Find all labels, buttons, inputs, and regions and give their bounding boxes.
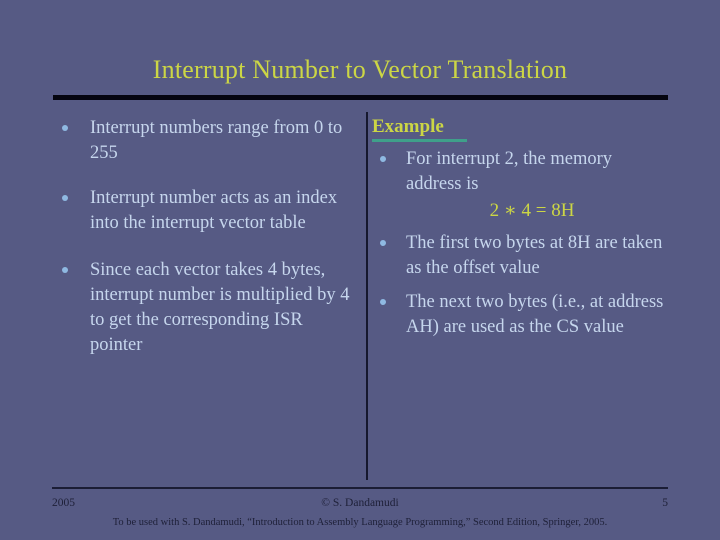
bullet-dot-icon [380,156,386,162]
example-heading: Example [372,116,444,137]
title-divider-rule [53,95,668,100]
example-heading-block: Example [372,116,672,142]
footer: 2005 © S. Dandamudi 5 [52,495,668,511]
list-item: Since each vector takes 4 bytes, interru… [52,258,352,358]
list-item: Interrupt numbers range from 0 to 255 [52,116,352,166]
bullet-dot-icon [62,267,68,273]
right-content-column: Example For interrupt 2, the memory addr… [372,116,672,348]
bullet-dot-icon [62,195,68,201]
footer-copyright: © S. Dandamudi [321,497,399,509]
page-number: 5 [662,497,668,509]
list-item: The next two bytes (i.e., at address AH)… [372,290,672,340]
list-item-text: The next two bytes (i.e., at address AH)… [406,292,664,337]
list-item: For interrupt 2, the memory address is [372,147,672,197]
slide: Interrupt Number to Vector Translation I… [0,0,720,540]
bullet-dot-icon [380,240,386,246]
left-content-column: Interrupt numbers range from 0 to 255 In… [52,116,352,378]
bullet-dot-icon [62,125,68,131]
list-item-text: For interrupt 2, the memory address is [406,149,613,194]
formula-text: 2 ∗ 4 = 8H [489,200,575,221]
page-title: Interrupt Number to Vector Translation [152,55,568,84]
list-item-text: Interrupt number acts as an index into t… [90,188,338,233]
list-item: The first two bytes at 8H are taken as t… [372,231,672,281]
column-divider [366,112,368,480]
bullet-dot-icon [380,299,386,305]
list-item-text: The first two bytes at 8H are taken as t… [406,233,663,278]
footer-citation: To be used with S. Dandamudi, “Introduct… [112,517,608,528]
footer-divider-rule [52,487,668,489]
example-heading-underline [372,139,467,142]
list-item-text: Interrupt numbers range from 0 to 255 [90,118,343,163]
list-item-text: Since each vector takes 4 bytes, interru… [90,260,350,355]
list-item: Interrupt number acts as an index into t… [52,186,352,236]
